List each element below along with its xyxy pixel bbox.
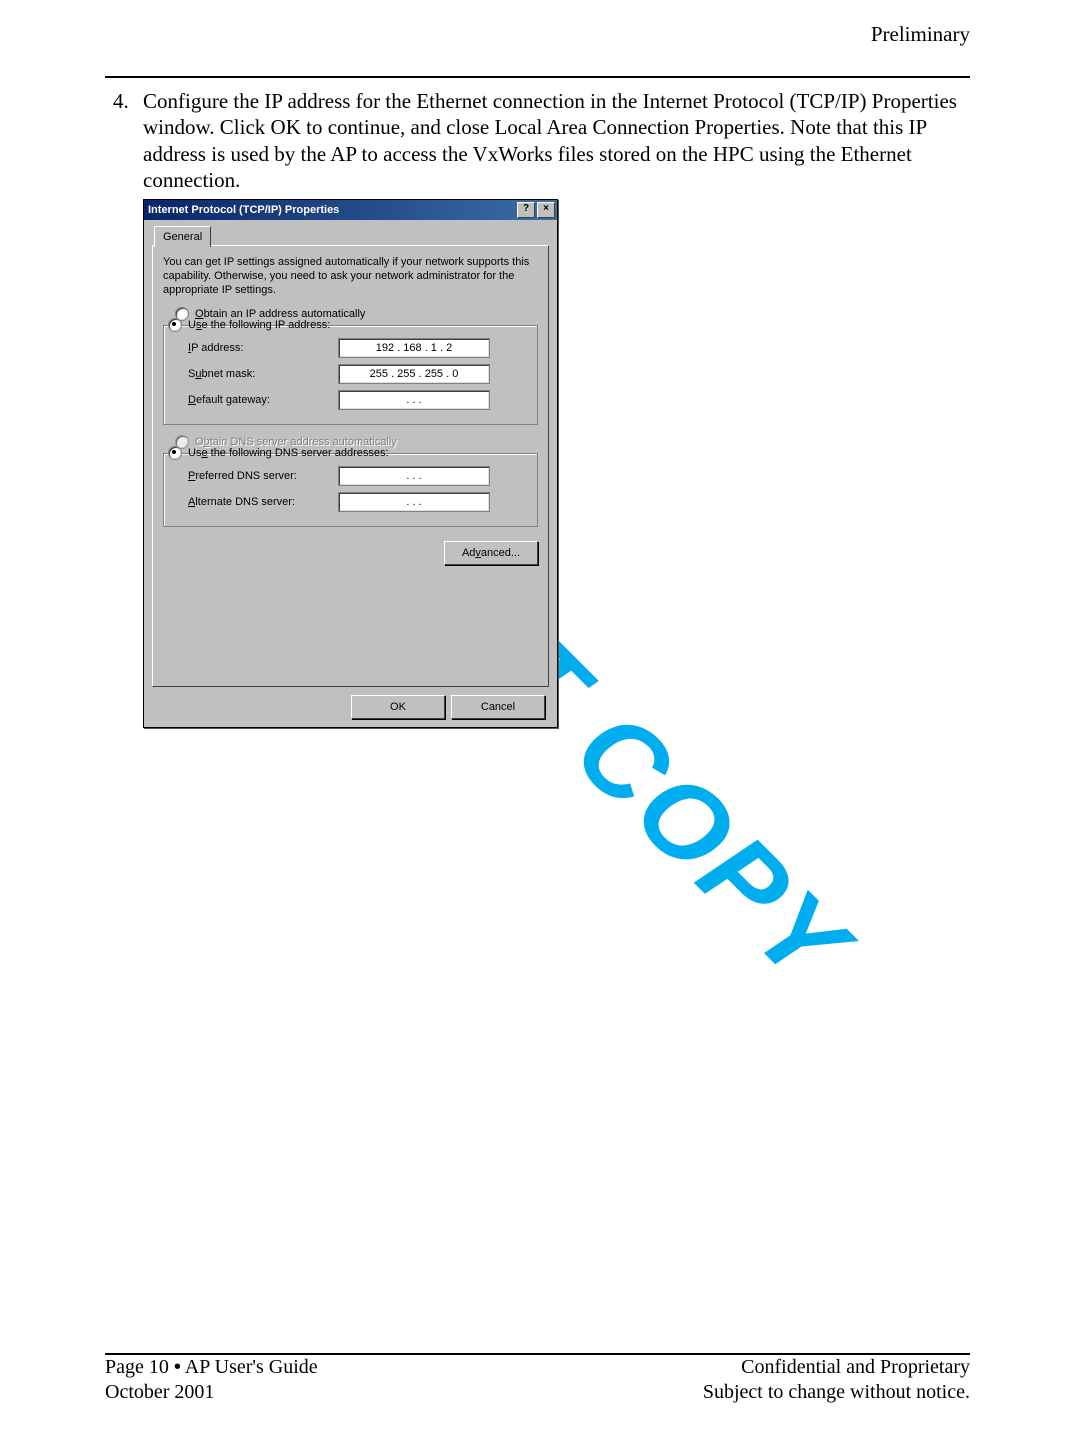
radio-use-ip-label: Use the following IP address: (188, 319, 330, 331)
bullet-icon: • (174, 1356, 181, 1378)
footer-guide: AP User's Guide (181, 1356, 318, 1378)
step-number: 4. (113, 88, 129, 114)
advanced-button[interactable]: Advanced... (444, 541, 538, 565)
preferred-dns-label: Preferred DNS server: (188, 470, 338, 482)
tab-strip: General (152, 226, 549, 246)
default-gateway-input[interactable]: . . . (338, 390, 490, 410)
tcpip-properties-dialog: Internet Protocol (TCP/IP) Properties ? … (143, 199, 558, 728)
ip-address-input[interactable]: 192 . 168 . 1 . 2 (338, 338, 490, 358)
close-button[interactable]: × (537, 202, 555, 218)
footer-confidential: Confidential and Proprietary (703, 1355, 970, 1380)
tabpage-general: You can get IP settings assigned automat… (152, 245, 549, 687)
footer-notice: Subject to change without notice. (703, 1380, 970, 1405)
step-4: 4. Configure the IP address for the Ethe… (113, 88, 973, 193)
default-gateway-label: Default gateway: (188, 394, 338, 406)
tab-general[interactable]: General (154, 226, 211, 247)
radio-use-dns-label: Use the following DNS server addresses: (188, 447, 389, 459)
info-text: You can get IP settings assigned automat… (163, 256, 538, 297)
alternate-dns-input[interactable]: . . . (338, 492, 490, 512)
radio-use-ip-row[interactable]: Use the following IP address: (168, 318, 529, 332)
step-text: Configure the IP address for the Etherne… (143, 88, 973, 193)
radio-use-dns[interactable] (168, 446, 182, 460)
help-button[interactable]: ? (517, 202, 535, 218)
dns-groupbox: Use the following DNS server addresses: … (163, 453, 538, 527)
ip-address-label: IP address: (188, 342, 338, 354)
titlebar: Internet Protocol (TCP/IP) Properties ? … (144, 200, 557, 220)
preferred-dns-input[interactable]: . . . (338, 466, 490, 486)
ip-groupbox: Use the following IP address: IP address… (163, 325, 538, 425)
footer: Page 10 • AP User's Guide October 2001 C… (105, 1355, 970, 1405)
radio-use-ip[interactable] (168, 318, 182, 332)
subnet-mask-input[interactable]: 255 . 255 . 255 . 0 (338, 364, 490, 384)
radio-use-dns-row[interactable]: Use the following DNS server addresses: (168, 446, 529, 460)
ok-button[interactable]: OK (351, 695, 445, 719)
alternate-dns-label: Alternate DNS server: (188, 496, 338, 508)
top-rule (105, 76, 970, 78)
footer-date: October 2001 (105, 1380, 318, 1405)
subnet-mask-label: Subnet mask: (188, 368, 338, 380)
dialog-title: Internet Protocol (TCP/IP) Properties (148, 204, 339, 216)
cancel-button[interactable]: Cancel (451, 695, 545, 719)
footer-page: Page 10 (105, 1356, 174, 1378)
header-classification: Preliminary (871, 22, 970, 47)
